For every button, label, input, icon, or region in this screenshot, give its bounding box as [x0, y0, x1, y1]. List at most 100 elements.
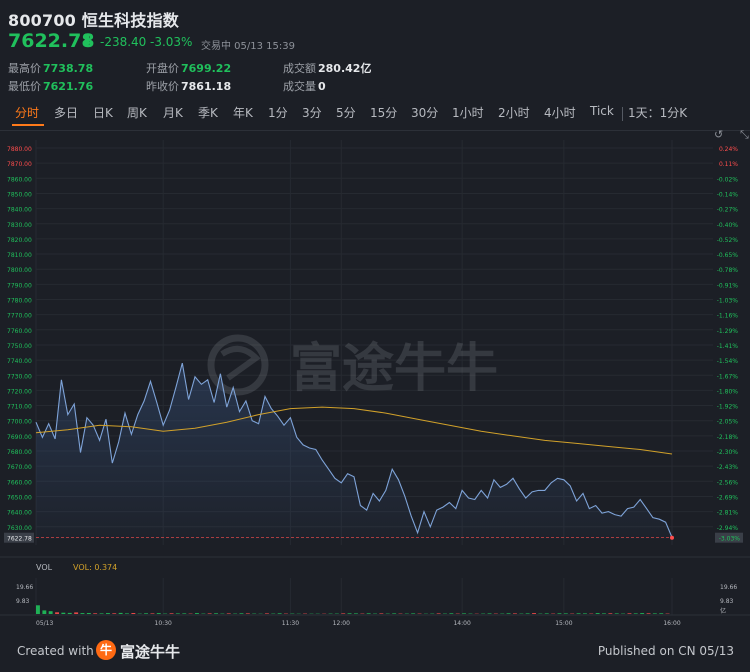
y-tick-label: 7830.00: [7, 222, 32, 229]
volume-bar: [156, 613, 161, 614]
pct-tick-label: -1.41%: [717, 343, 739, 350]
x-tick-label: 15:00: [555, 620, 572, 627]
pct-tick-label: -2.43%: [717, 464, 739, 471]
volume-bar: [214, 613, 218, 614]
volume-bar: [652, 613, 657, 614]
pct-tick-label: -1.54%: [717, 358, 739, 365]
volume-bar: [614, 613, 619, 614]
volume-bar: [366, 613, 371, 614]
published-label: Published on CN 05/13: [597, 644, 734, 658]
volume-bar: [195, 613, 199, 614]
volume-bar: [99, 613, 104, 614]
volume-bar: [42, 610, 47, 614]
volume-bar: [506, 613, 511, 614]
y-tick-label: 7780.00: [7, 298, 32, 305]
x-tick-label: 11:30: [282, 620, 299, 627]
vol-value: VOL: 0.374: [73, 563, 118, 572]
volume-bar: [640, 613, 645, 614]
y-tick-label: 7790.00: [7, 282, 32, 289]
x-tick-label: 16:00: [663, 620, 680, 627]
volume-bar: [646, 613, 651, 614]
x-tick-label: 10:30: [155, 620, 172, 627]
volume-bar: [245, 613, 250, 614]
volume-bar: [131, 613, 136, 614]
y-tick-label: 7630.00: [7, 525, 32, 532]
volume-bar: [207, 613, 212, 614]
volume-bar: [449, 613, 454, 614]
y-tick-label: 7690.00: [7, 434, 32, 441]
pct-tick-label: -1.92%: [717, 404, 739, 411]
volume-bar: [112, 613, 117, 614]
pct-tick-label: -1.16%: [717, 313, 739, 320]
volume-bar: [354, 613, 358, 614]
pct-tick-label: -2.69%: [717, 494, 739, 501]
volume-bar: [80, 613, 85, 614]
y-tick-label: 7840.00: [7, 207, 32, 214]
volume-bar: [576, 613, 581, 614]
volume-bar: [118, 612, 123, 614]
volume-bar: [86, 613, 91, 614]
y-tick-label: 7720.00: [7, 388, 32, 395]
pct-tick-label: -0.91%: [717, 282, 739, 289]
pct-tick-label: -1.29%: [717, 328, 739, 335]
y-tick-label: 7680.00: [7, 449, 32, 456]
volume-bar: [48, 611, 53, 614]
volume-bar: [169, 613, 174, 614]
pct-tick-label: -2.30%: [717, 449, 739, 456]
y-tick-label: 7860.00: [7, 176, 32, 183]
volume-bar: [602, 613, 606, 614]
pct-tick-label: 0.24%: [719, 146, 738, 153]
pct-tick-label: -2.56%: [717, 479, 739, 486]
volume-bar: [93, 613, 98, 614]
pct-tick-label: -2.05%: [717, 419, 739, 426]
volume-bar: [608, 613, 613, 614]
watermark: 富途牛牛: [207, 334, 498, 399]
vol-indicator-label[interactable]: VOL: [36, 563, 52, 572]
y-tick-label: 7640.00: [7, 510, 32, 517]
current-price-dot: [670, 535, 674, 540]
y-tick-label: 7710.00: [7, 404, 32, 411]
pct-tick-label: -0.14%: [717, 191, 739, 198]
volume-bar: [347, 613, 352, 614]
x-tick-label: 12:00: [333, 620, 350, 627]
y-tick-label: 7820.00: [7, 237, 32, 244]
vol-tick-label: 9.83: [720, 598, 734, 605]
volume-bar: [659, 613, 664, 614]
volume-bar: [544, 613, 549, 614]
volume-bar: [487, 613, 492, 614]
pct-tick-label: -0.52%: [717, 237, 739, 244]
footer-brand: 富途牛牛: [120, 643, 181, 661]
volume-bar: [379, 613, 384, 614]
current-pct-label: -3.03%: [719, 536, 741, 543]
volume-bar: [595, 613, 600, 614]
volume-bar: [563, 613, 568, 614]
volume-bar: [557, 613, 562, 614]
futu-logo-icon: 牛: [96, 640, 116, 660]
y-tick-label: 7660.00: [7, 479, 32, 486]
volume-bar: [627, 613, 632, 614]
volume-bar: [462, 613, 466, 614]
volume-bar: [144, 613, 148, 614]
volume-bar: [150, 613, 155, 614]
watermark-text: 富途牛牛: [290, 339, 498, 399]
y-tick-label: 7870.00: [7, 161, 32, 168]
volume-bar: [265, 613, 269, 614]
volume-bar: [583, 613, 587, 614]
volume-bar: [239, 613, 244, 614]
created-with-label: Created with: [17, 644, 94, 658]
y-tick-label: 7810.00: [7, 252, 32, 259]
volume-bar: [392, 613, 397, 614]
vol-tick-label: 19.66: [16, 584, 33, 591]
y-tick-label: 7880.00: [7, 146, 32, 153]
y-tick-label: 7750.00: [7, 343, 32, 350]
volume-bar: [74, 612, 79, 614]
x-tick-label: 14:00: [453, 620, 470, 627]
current-price-label: 7622.78: [7, 536, 32, 543]
volume-bar: [277, 613, 282, 614]
pct-tick-label: -1.80%: [717, 388, 739, 395]
volume-bar: [36, 605, 40, 614]
volume-bar: [67, 612, 72, 614]
y-tick-label: 7650.00: [7, 494, 32, 501]
volume-bar: [436, 613, 441, 614]
volume-bar: [226, 613, 231, 614]
